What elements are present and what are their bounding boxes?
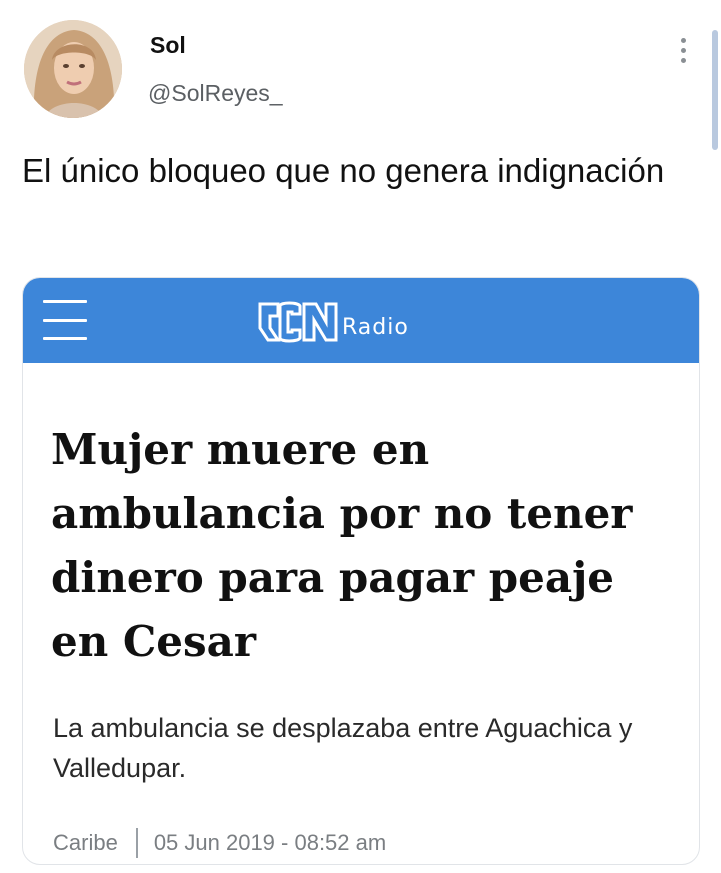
scrollbar[interactable]: [712, 30, 718, 150]
user-handle[interactable]: @SolReyes_: [148, 80, 283, 107]
avatar-photo-icon: [24, 20, 122, 118]
tweet-text: El único bloqueo que no genera indignaci…: [22, 152, 665, 189]
meta-divider: [135, 828, 138, 858]
card-topbar: Radio: [23, 278, 699, 363]
more-options-icon[interactable]: [668, 30, 698, 70]
rcn-radio-logo: Radio: [256, 290, 409, 346]
rcn-logo-icon: [258, 301, 338, 343]
article-date: 05 Jun 2019 - 08:52 am: [153, 830, 387, 855]
avatar[interactable]: [24, 20, 122, 118]
article-meta: Caribe 05 Jun 2019 - 08:52 am: [53, 828, 386, 858]
article-section[interactable]: Caribe: [53, 830, 118, 856]
display-name[interactable]: Sol: [150, 32, 186, 59]
hamburger-menu-icon[interactable]: [43, 300, 87, 340]
article-subhead: La ambulancia se desplazaba entre Aguach…: [53, 713, 633, 783]
link-card[interactable]: Radio Mujer muere en ambulancia por no t…: [22, 277, 700, 865]
article-headline[interactable]: Mujer muere en ambulancia por no tener d…: [51, 418, 681, 674]
radio-label: Radio: [342, 315, 409, 340]
tweet-header: Sol @SolReyes_: [0, 0, 721, 150]
